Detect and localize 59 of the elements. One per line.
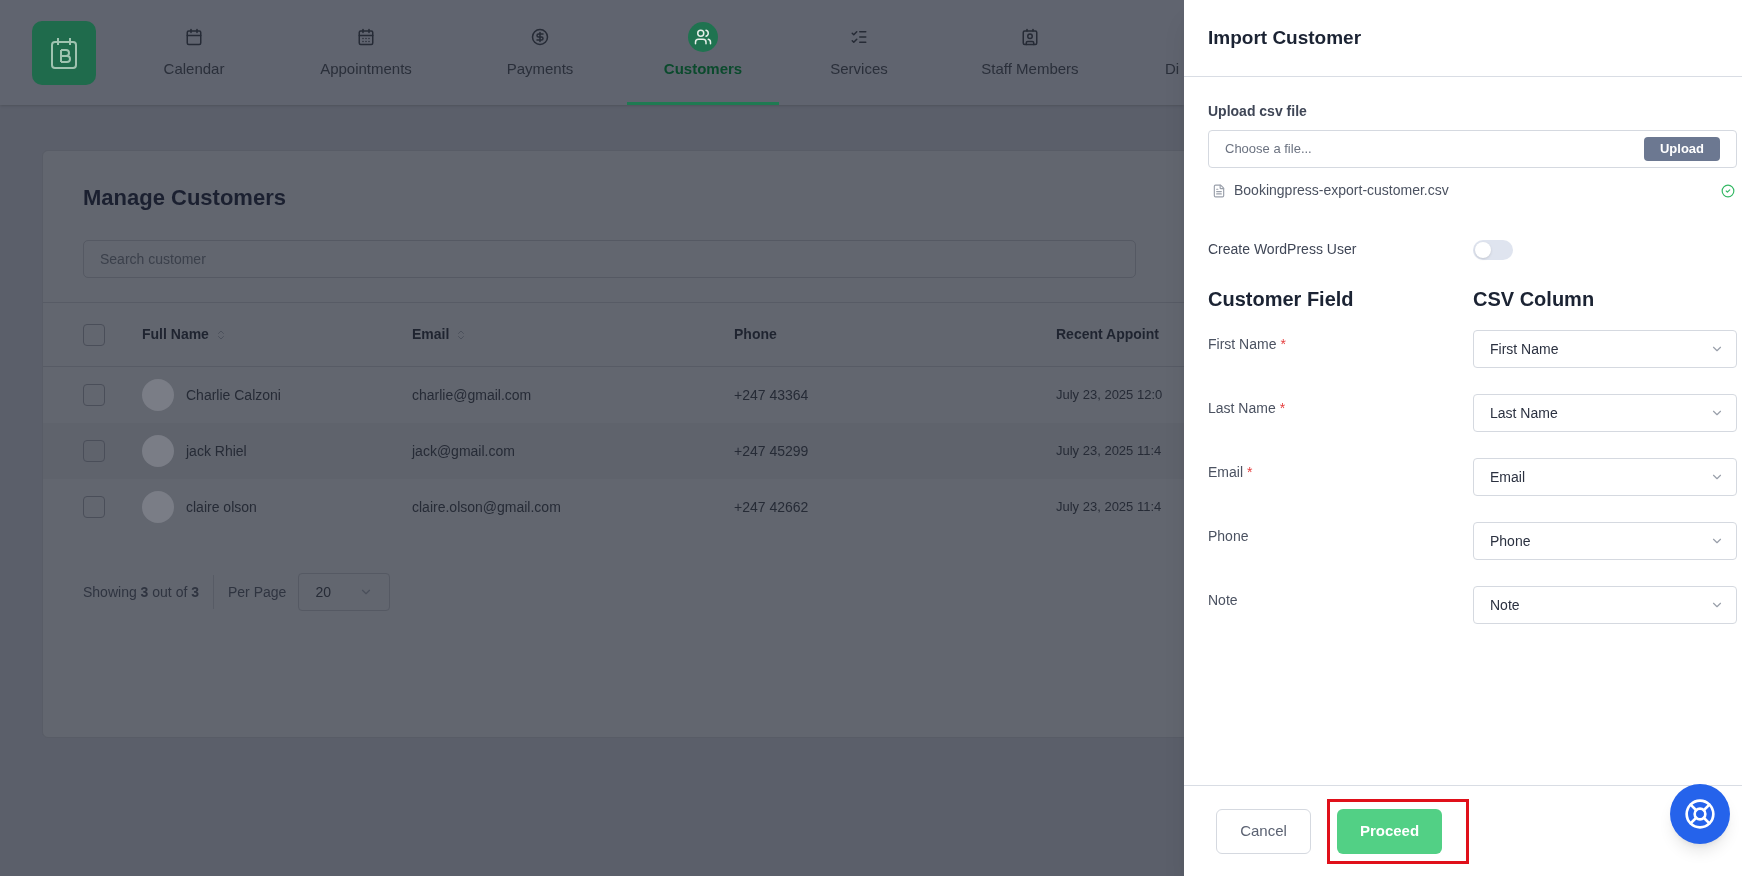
table-cell-text: claire.olson@gmail.com [412, 497, 562, 517]
table-cell-text: charlie@gmail.com [412, 385, 533, 405]
checkbox[interactable] [83, 323, 105, 346]
field-label: Last Name [1208, 399, 1276, 418]
proceed-button[interactable]: Proceed [1337, 808, 1442, 854]
checkbox[interactable] [83, 384, 105, 406]
field-label: Phone [1208, 527, 1249, 546]
avatar [142, 435, 174, 467]
customer-name: claire olson [186, 497, 257, 517]
calendar-icon [357, 27, 375, 46]
dollar-icon [531, 27, 549, 46]
drawer-title: Import Customer [1208, 25, 1362, 50]
lifebuoy-icon [1684, 798, 1716, 830]
section-heading: Customer Field [1208, 287, 1355, 312]
section-heading: CSV Column [1473, 287, 1595, 312]
users-icon [694, 27, 712, 46]
table-cell-text: July 23, 2025 11:4 [1056, 442, 1163, 461]
avatar [142, 491, 174, 523]
column-header: Email [412, 325, 450, 344]
per-page-select[interactable]: 20 [298, 573, 391, 611]
column-select[interactable]: First Name [1473, 330, 1737, 368]
calendar-icon [185, 27, 203, 46]
column-select[interactable]: Last Name [1473, 394, 1737, 432]
id-badge-icon [1021, 27, 1039, 46]
upload-label: Upload csv file [1208, 102, 1308, 121]
required-asterisk: * [1247, 463, 1253, 482]
avatar [142, 379, 174, 411]
help-button[interactable] [1670, 784, 1730, 844]
toggle-switch[interactable] [1473, 239, 1513, 260]
column-header: Phone [734, 325, 777, 344]
column-header: Recent Appoint [1056, 325, 1159, 344]
table-cell-text: +247 42662 [734, 497, 810, 517]
file-icon [1212, 183, 1226, 198]
column-select[interactable]: Note [1473, 586, 1737, 624]
required-asterisk: * [1280, 335, 1286, 354]
table-cell-text: July 23, 2025 11:4 [1056, 498, 1163, 517]
app-logo[interactable] [32, 20, 96, 85]
field-label: Note [1208, 591, 1238, 610]
column-select[interactable]: Phone [1473, 522, 1737, 560]
customer-name: jack Rhiel [186, 441, 247, 461]
file-input-field[interactable]: Choose a file... Upload [1208, 130, 1737, 168]
calendar-logo-icon [49, 35, 79, 70]
table-cell-text: +247 45299 [734, 441, 810, 461]
customer-name: Charlie Calzoni [186, 385, 281, 405]
table-cell-text: July 23, 2025 12:0 [1056, 386, 1164, 405]
file-name: Bookingpress-export-customer.csv [1234, 181, 1449, 200]
table-cell-text: jack@gmail.com [412, 441, 516, 461]
field-label: First Name [1208, 335, 1277, 354]
column-select[interactable]: Email [1473, 458, 1737, 496]
page-title: Manage Customers [83, 184, 287, 212]
required-asterisk: * [1279, 399, 1286, 418]
toggle-label: Create WordPress User [1208, 240, 1358, 259]
field-label: Email [1208, 463, 1243, 482]
column-header: Full Name [142, 325, 209, 344]
table-cell-text: +247 43364 [734, 385, 810, 405]
checkbox[interactable] [83, 496, 105, 518]
upload-button[interactable]: Upload [1643, 137, 1720, 161]
cancel-button[interactable]: Cancel [1216, 808, 1311, 854]
nav-tab[interactable]: Customers [627, 0, 779, 105]
